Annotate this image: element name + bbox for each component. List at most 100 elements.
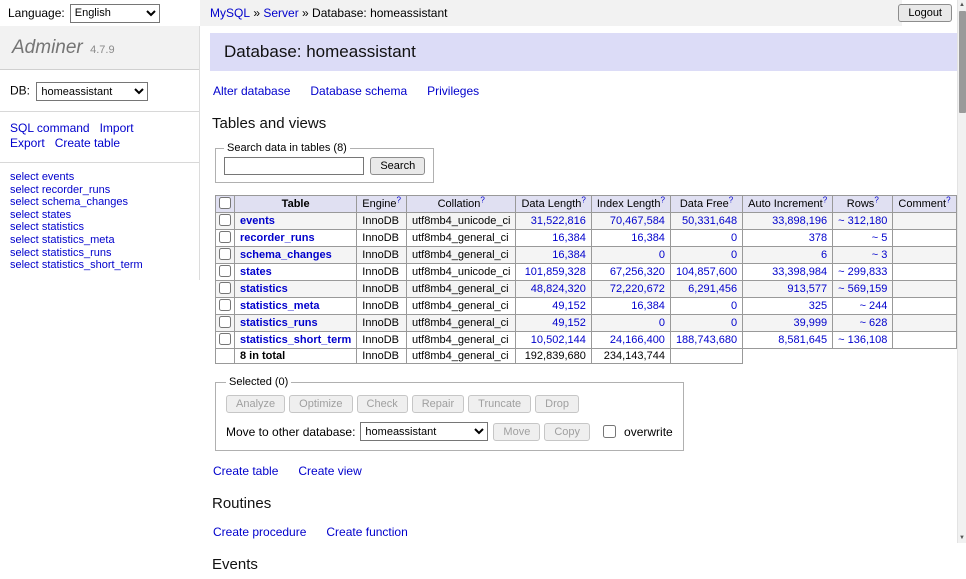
row-checkbox-schema-changes[interactable] <box>219 248 231 260</box>
data-free-link-statistics-meta[interactable]: 0 <box>731 300 737 312</box>
scrollbar-thumb[interactable] <box>959 11 966 113</box>
scrollbar[interactable]: ▲ ▼ <box>957 0 966 543</box>
auto-increment-link-schema-changes[interactable]: 6 <box>821 249 827 261</box>
sidebar-select-states[interactable]: select <box>10 209 39 221</box>
index-length-help-icon[interactable]: ? <box>660 195 664 204</box>
link-create-view[interactable]: Create view <box>298 464 361 478</box>
auto-increment-link-events[interactable]: 33,898,196 <box>772 215 827 227</box>
data-free-link-statistics[interactable]: 6,291,456 <box>688 283 737 295</box>
data-length-link-statistics[interactable]: 48,824,320 <box>531 283 586 295</box>
menu-link-sql-command[interactable]: SQL command <box>10 121 90 135</box>
index-length-link-schema-changes[interactable]: 0 <box>659 249 665 261</box>
menu-link-export[interactable]: Export <box>10 136 45 150</box>
index-length-link-statistics[interactable]: 72,220,672 <box>610 283 665 295</box>
logout-button[interactable]: Logout <box>898 4 952 22</box>
index-length-link-statistics-meta[interactable]: 16,384 <box>631 300 665 312</box>
sidebar-table-statistics[interactable]: statistics <box>42 221 84 233</box>
rows-help-icon[interactable]: ? <box>874 195 878 204</box>
table-link-schema-changes[interactable]: schema_changes <box>240 249 332 261</box>
bulk-repair-button[interactable]: Repair <box>412 395 464 413</box>
scroll-down-icon[interactable]: ▼ <box>958 533 966 543</box>
language-select[interactable]: English <box>70 4 160 23</box>
bulk-check-button[interactable]: Check <box>357 395 408 413</box>
table-link-events[interactable]: events <box>240 215 275 227</box>
sidebar-table-recorder-runs[interactable]: recorder_runs <box>42 184 110 196</box>
data-free-link-recorder-runs[interactable]: 0 <box>731 232 737 244</box>
rows-link-statistics-short-term[interactable]: ~ 136,108 <box>838 334 887 346</box>
breadcrumb-link-mysql[interactable]: MySQL <box>210 6 250 20</box>
bulk-drop-button[interactable]: Drop <box>535 395 579 413</box>
overwrite-checkbox[interactable] <box>603 425 616 438</box>
engine-help-icon[interactable]: ? <box>397 195 401 204</box>
row-checkbox-statistics[interactable] <box>219 282 231 294</box>
db-link-database-schema[interactable]: Database schema <box>310 84 407 98</box>
row-checkbox-states[interactable] <box>219 265 231 277</box>
rows-link-recorder-runs[interactable]: ~ 5 <box>872 232 888 244</box>
bulk-optimize-button[interactable]: Optimize <box>289 395 352 413</box>
data-length-link-statistics-short-term[interactable]: 10,502,144 <box>531 334 586 346</box>
data-free-link-schema-changes[interactable]: 0 <box>731 249 737 261</box>
auto-increment-link-statistics-meta[interactable]: 325 <box>809 300 827 312</box>
table-link-statistics[interactable]: statistics <box>240 283 288 295</box>
data-length-link-events[interactable]: 31,522,816 <box>531 215 586 227</box>
sidebar-select-statistics-short-term[interactable]: select <box>10 259 39 271</box>
table-link-states[interactable]: states <box>240 266 272 278</box>
rows-link-states[interactable]: ~ 299,833 <box>838 266 887 278</box>
table-link-statistics-short-term[interactable]: statistics_short_term <box>240 334 351 346</box>
auto-increment-link-statistics-runs[interactable]: 39,999 <box>794 317 828 329</box>
table-link-recorder-runs[interactable]: recorder_runs <box>240 232 315 244</box>
index-length-link-states[interactable]: 67,256,320 <box>610 266 665 278</box>
sidebar-select-statistics-meta[interactable]: select <box>10 234 39 246</box>
data-length-help-icon[interactable]: ? <box>581 195 585 204</box>
data-free-link-statistics-short-term[interactable]: 188,743,680 <box>676 334 737 346</box>
rows-link-statistics-meta[interactable]: ~ 244 <box>860 300 888 312</box>
comment-help-icon[interactable]: ? <box>946 195 950 204</box>
data-free-link-statistics-runs[interactable]: 0 <box>731 317 737 329</box>
row-checkbox-recorder-runs[interactable] <box>219 231 231 243</box>
sidebar-select-statistics[interactable]: select <box>10 221 39 233</box>
data-length-link-schema-changes[interactable]: 16,384 <box>552 249 586 261</box>
data-length-link-statistics-meta[interactable]: 49,152 <box>552 300 586 312</box>
data-length-link-recorder-runs[interactable]: 16,384 <box>552 232 586 244</box>
index-length-link-events[interactable]: 70,467,584 <box>610 215 665 227</box>
rows-link-events[interactable]: ~ 312,180 <box>838 215 887 227</box>
row-checkbox-events[interactable] <box>219 214 231 226</box>
app-name[interactable]: Adminer <box>12 37 83 58</box>
auto-increment-help-icon[interactable]: ? <box>823 195 827 204</box>
scroll-up-icon[interactable]: ▲ <box>958 0 966 10</box>
data-free-link-states[interactable]: 104,857,600 <box>676 266 737 278</box>
select-all-checkbox[interactable] <box>219 197 231 209</box>
search-button[interactable]: Search <box>370 157 425 175</box>
table-link-statistics-runs[interactable]: statistics_runs <box>240 317 318 329</box>
link-create-function[interactable]: Create function <box>326 525 407 539</box>
index-length-link-statistics-short-term[interactable]: 24,166,400 <box>610 334 665 346</box>
index-length-link-statistics-runs[interactable]: 0 <box>659 317 665 329</box>
link-create-table[interactable]: Create table <box>213 464 278 478</box>
data-length-link-states[interactable]: 101,859,328 <box>525 266 586 278</box>
data-length-link-statistics-runs[interactable]: 49,152 <box>552 317 586 329</box>
sidebar-select-recorder-runs[interactable]: select <box>10 184 39 196</box>
row-checkbox-statistics-runs[interactable] <box>219 316 231 328</box>
table-link-statistics-meta[interactable]: statistics_meta <box>240 300 320 312</box>
copy-button[interactable]: Copy <box>544 423 590 441</box>
db-select[interactable]: homeassistant <box>36 82 148 101</box>
sidebar-table-events[interactable]: events <box>42 171 74 183</box>
auto-increment-link-recorder-runs[interactable]: 378 <box>809 232 827 244</box>
data-free-link-events[interactable]: 50,331,648 <box>682 215 737 227</box>
sidebar-table-statistics-meta[interactable]: statistics_meta <box>42 234 115 246</box>
link-create-procedure[interactable]: Create procedure <box>213 525 306 539</box>
rows-link-statistics[interactable]: ~ 569,159 <box>838 283 887 295</box>
row-checkbox-statistics-short-term[interactable] <box>219 333 231 345</box>
auto-increment-link-statistics-short-term[interactable]: 8,581,645 <box>778 334 827 346</box>
auto-increment-link-states[interactable]: 33,398,984 <box>772 266 827 278</box>
sidebar-select-statistics-runs[interactable]: select <box>10 247 39 259</box>
data-free-help-icon[interactable]: ? <box>729 195 733 204</box>
rows-link-statistics-runs[interactable]: ~ 628 <box>860 317 888 329</box>
index-length-link-recorder-runs[interactable]: 16,384 <box>631 232 665 244</box>
bulk-analyze-button[interactable]: Analyze <box>226 395 285 413</box>
search-input[interactable] <box>224 157 364 175</box>
breadcrumb-link-server[interactable]: Server <box>263 6 298 20</box>
rows-link-schema-changes[interactable]: ~ 3 <box>872 249 888 261</box>
bulk-truncate-button[interactable]: Truncate <box>468 395 531 413</box>
sidebar-select-schema-changes[interactable]: select <box>10 196 39 208</box>
